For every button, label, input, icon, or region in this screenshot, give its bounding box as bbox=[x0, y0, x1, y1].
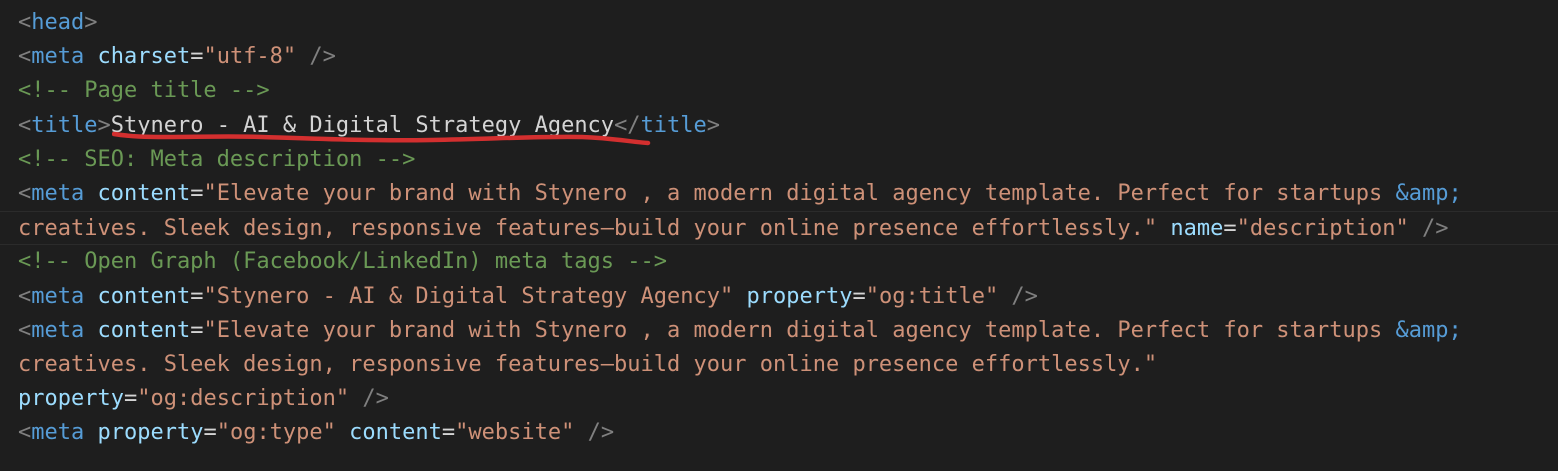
punctuation: > bbox=[84, 10, 98, 35]
comment: <!-- Open Graph (Facebook/LinkedIn) meta… bbox=[18, 249, 668, 275]
attribute-name: property bbox=[18, 386, 124, 412]
title-text: Stynero - AI & Digital Strategy Agency bbox=[110, 112, 615, 138]
punctuation: /> bbox=[574, 420, 615, 446]
punctuation: /> bbox=[1408, 216, 1449, 242]
code-line-1: <head> bbox=[0, 6, 1558, 40]
tag-name: meta bbox=[31, 420, 85, 446]
code-editor[interactable]: <head> <meta charset="utf-8" /> <!-- Pag… bbox=[0, 0, 1558, 471]
attribute-value: "Elevate your brand with Stynero , a mod… bbox=[203, 317, 1396, 343]
tag-name: title bbox=[31, 112, 98, 138]
code-line-2: <meta charset="utf-8" /> bbox=[0, 40, 1558, 74]
punctuation: > bbox=[706, 112, 721, 138]
code-line-4: <title>Stynero - AI & Digital Strategy A… bbox=[0, 109, 1558, 143]
punctuation: < bbox=[18, 317, 32, 343]
code-line-5: <!-- SEO: Meta description --> bbox=[0, 143, 1558, 177]
attribute-name: name bbox=[1170, 216, 1224, 242]
punctuation: < bbox=[18, 10, 32, 35]
attribute-value: "og:description" bbox=[137, 386, 350, 412]
equals: = bbox=[1223, 216, 1237, 242]
code-line-6: <meta content="Elevate your brand with S… bbox=[0, 177, 1558, 211]
punctuation: /> bbox=[998, 283, 1038, 309]
punctuation: < bbox=[18, 112, 32, 138]
code-line-7: creatives. Sleek design, responsive feat… bbox=[0, 211, 1558, 246]
attribute-value: "utf-8" bbox=[203, 44, 297, 70]
attribute-value: creatives. Sleek design, responsive feat… bbox=[18, 216, 1158, 242]
entity: &amp; bbox=[1395, 317, 1462, 343]
code-line-8: <!-- Open Graph (Facebook/LinkedIn) meta… bbox=[0, 245, 1558, 279]
attribute-name: content bbox=[97, 180, 191, 206]
punctuation: > bbox=[97, 112, 111, 138]
attribute-value: creatives. Sleek design, responsive feat… bbox=[18, 351, 1158, 377]
equals: = bbox=[123, 386, 138, 412]
tag-name: meta bbox=[31, 283, 85, 309]
equals: = bbox=[203, 420, 217, 446]
attribute-value: "Elevate your brand with Stynero , a mod… bbox=[203, 180, 1396, 206]
attribute-name: content bbox=[97, 317, 191, 343]
punctuation: </ bbox=[614, 112, 641, 138]
tag-name: meta bbox=[31, 317, 85, 343]
attribute-name: content bbox=[349, 420, 442, 446]
attribute-value: "description" bbox=[1236, 216, 1409, 242]
punctuation: < bbox=[18, 180, 32, 206]
punctuation: < bbox=[18, 44, 32, 70]
attribute-name: property bbox=[746, 283, 853, 309]
code-line-11: creatives. Sleek design, responsive feat… bbox=[0, 348, 1558, 382]
attribute-name: charset bbox=[97, 44, 191, 70]
entity: &amp; bbox=[1395, 180, 1462, 206]
equals: = bbox=[852, 283, 866, 309]
tag-name: title bbox=[640, 112, 707, 138]
equals: = bbox=[441, 420, 456, 446]
equals: = bbox=[190, 44, 204, 70]
punctuation: /> bbox=[349, 386, 389, 412]
comment: <!-- SEO: Meta description --> bbox=[18, 146, 416, 172]
attribute-value: "website" bbox=[455, 420, 575, 446]
code-line-13: <meta property="og:type" content="websit… bbox=[0, 416, 1558, 450]
attribute-value: "og:type" bbox=[216, 420, 336, 446]
code-line-12: property="og:description" /> bbox=[0, 382, 1558, 416]
equals: = bbox=[190, 317, 204, 343]
attribute-name: content bbox=[97, 283, 191, 309]
code-line-10: <meta content="Elevate your brand with S… bbox=[0, 314, 1558, 348]
comment: <!-- Page title --> bbox=[18, 78, 270, 104]
tag-name: meta bbox=[31, 44, 85, 70]
tag-name: meta bbox=[31, 180, 85, 206]
punctuation: < bbox=[18, 283, 32, 309]
punctuation: < bbox=[18, 420, 32, 446]
code-line-9: <meta content="Stynero - AI & Digital St… bbox=[0, 280, 1558, 314]
attribute-name: property bbox=[97, 420, 204, 446]
equals: = bbox=[190, 180, 204, 206]
equals: = bbox=[190, 283, 204, 309]
attribute-value: "og:title" bbox=[865, 283, 999, 309]
attribute-value: "Stynero - AI & Digital Strategy Agency" bbox=[203, 283, 734, 309]
punctuation: /> bbox=[296, 44, 336, 70]
tag-name: head bbox=[31, 10, 85, 35]
code-line-3: <!-- Page title --> bbox=[0, 74, 1558, 108]
